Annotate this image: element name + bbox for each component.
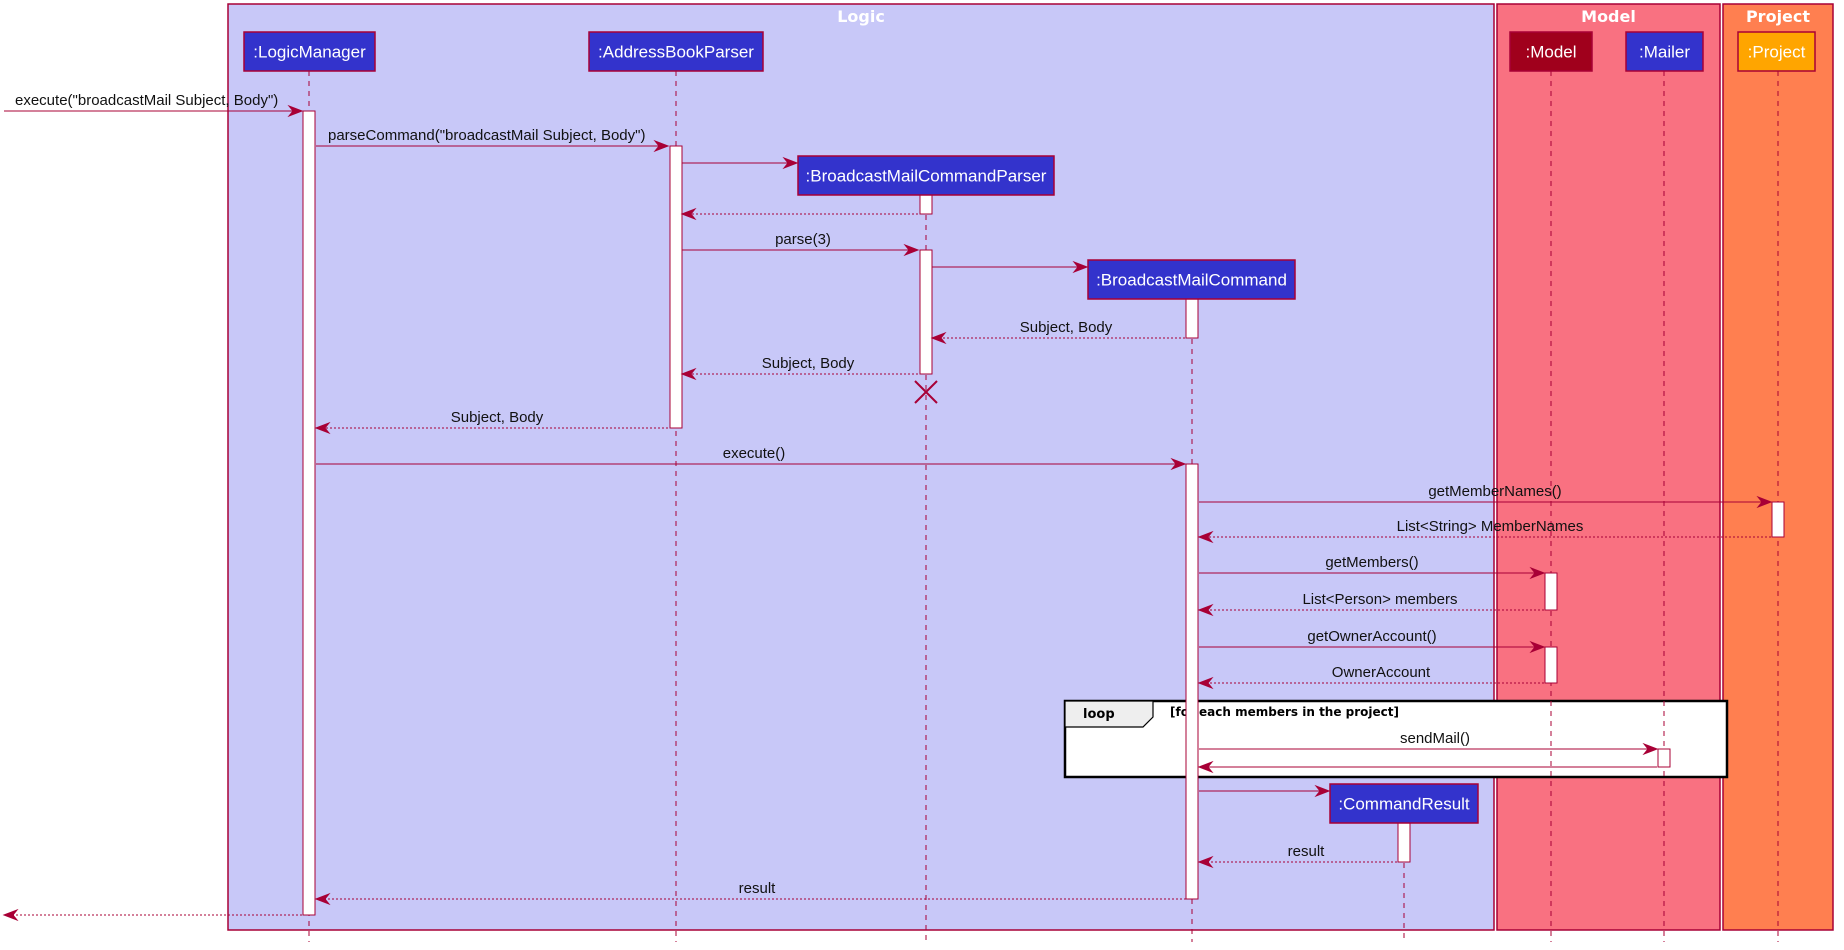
message-label: getMemberNames() xyxy=(1428,483,1561,500)
activation-bmcp xyxy=(919,194,933,215)
message-label: getOwnerAccount() xyxy=(1307,628,1436,645)
message-label: execute("broadcastMail Subject, Body") xyxy=(15,92,278,109)
arrowhead-icon xyxy=(2,908,19,922)
message-label: parseCommand("broadcastMail Subject, Bod… xyxy=(328,127,645,144)
message-label: Subject, Body xyxy=(451,409,544,426)
sequence-diagram: Logic Model Project loop [for each members … xyxy=(2,3,1834,942)
participant-abp: :AddressBookParser xyxy=(588,31,764,72)
participant-label: :Project xyxy=(1748,43,1806,62)
participant-project: :Project xyxy=(1737,31,1816,72)
message-label: Subject, Body xyxy=(762,355,855,372)
frame-model-title: Model xyxy=(1581,7,1636,26)
participant-label: :BroadcastMailCommand xyxy=(1096,271,1287,290)
message-label: parse(3) xyxy=(775,231,831,248)
message-label: execute() xyxy=(723,445,786,462)
participant-cr: :CommandResult xyxy=(1329,783,1479,824)
activation-model xyxy=(1544,572,1558,611)
activation-mailer xyxy=(1657,748,1671,768)
participant-label: :CommandResult xyxy=(1338,795,1470,814)
message-label: OwnerAccount xyxy=(1332,664,1431,681)
message-label: sendMail() xyxy=(1400,730,1470,747)
participant-label: :LogicManager xyxy=(253,43,366,62)
participant-mailer: :Mailer xyxy=(1625,31,1704,72)
frame-project-title: Project xyxy=(1746,7,1810,26)
activation-bmcp xyxy=(919,249,933,375)
participant-bmc: :BroadcastMailCommand xyxy=(1087,259,1296,300)
frame-model-box xyxy=(1496,3,1721,931)
participant-bmcp: :BroadcastMailCommandParser xyxy=(797,155,1055,196)
loop-keyword: loop xyxy=(1083,707,1115,722)
activation-bmc xyxy=(1185,463,1199,900)
participant-label: :AddressBookParser xyxy=(598,43,754,62)
activation-project xyxy=(1771,501,1785,538)
activation-lm xyxy=(302,110,316,916)
participant-model: :Model xyxy=(1509,31,1593,72)
activation-model xyxy=(1544,646,1558,684)
message-label: getMembers() xyxy=(1325,554,1418,571)
loop-fragment: loop [for each members in the project] xyxy=(1063,699,1729,779)
message-label: result xyxy=(739,880,777,897)
message-label: List<String> MemberNames xyxy=(1397,518,1584,535)
message-label: Subject, Body xyxy=(1020,319,1113,336)
message-label: List<Person> members xyxy=(1302,591,1457,608)
loop-guard: [for each members in the project] xyxy=(1170,705,1399,719)
participant-label: :Model xyxy=(1525,43,1576,62)
participant-label: :Mailer xyxy=(1639,43,1690,62)
activation-abp xyxy=(669,145,683,429)
frame-model: Model xyxy=(1496,3,1721,931)
participant-label: :BroadcastMailCommandParser xyxy=(806,167,1047,186)
message-label: result xyxy=(1288,843,1326,860)
activation-cr xyxy=(1397,822,1411,863)
participant-lm: :LogicManager xyxy=(243,31,376,72)
frame-logic-title: Logic xyxy=(837,7,885,26)
activation-bmc xyxy=(1185,298,1199,339)
